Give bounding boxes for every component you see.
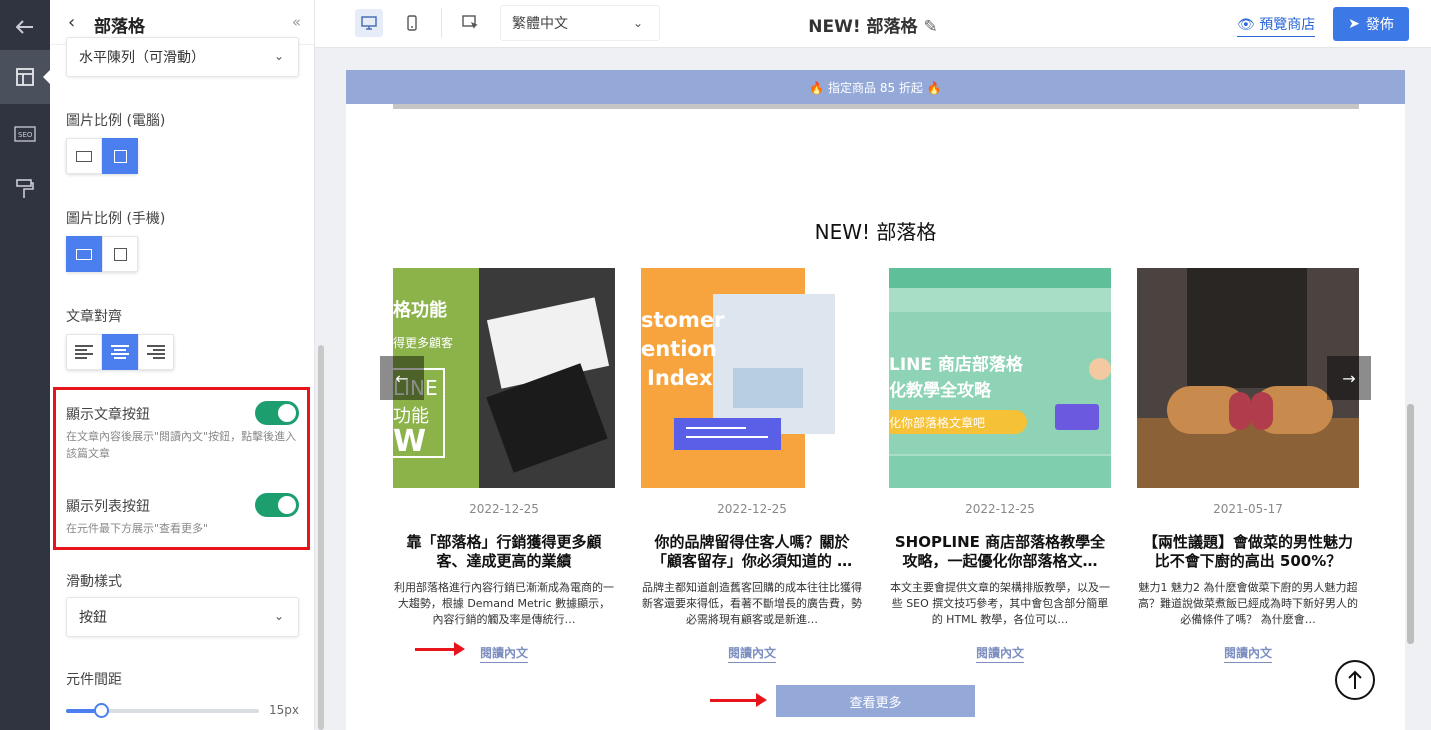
- rectangle-icon: [76, 248, 92, 260]
- ratio-square-button[interactable]: [102, 138, 138, 174]
- left-rail: SEO: [0, 0, 50, 730]
- slide-style-select[interactable]: 按鈕 ⌄: [66, 597, 299, 637]
- ratio-mobile-group: [66, 236, 138, 272]
- canvas-scrollbar[interactable]: [1407, 404, 1414, 644]
- align-center-button[interactable]: [102, 334, 138, 370]
- publish-button[interactable]: ➤ 發佈: [1333, 7, 1409, 41]
- arrow-right-icon: →: [1342, 368, 1356, 388]
- blog-card[interactable]: 格功能 得更多顧客 LINE 功能 W 2022-12-25 靠「部落格」行銷獲…: [393, 268, 615, 663]
- blog-title[interactable]: 靠「部落格」行銷獲得更多顧客、達成更高的業績: [393, 533, 615, 571]
- align-label: 文章對齊: [66, 309, 122, 325]
- seo-icon[interactable]: SEO: [0, 107, 50, 161]
- chevron-down-icon: ⌄: [273, 49, 284, 63]
- back-to-top-button[interactable]: [1335, 660, 1375, 700]
- square-icon: [113, 247, 127, 261]
- layout-icon[interactable]: [0, 50, 50, 104]
- annotation-arrow: [710, 693, 767, 707]
- blog-desc: 魅力1 魅力2 為什麼會做菜下廚的男人魅力超高？難道說做菜煮飯已經成為時下新好男…: [1138, 581, 1358, 626]
- eye-icon: 👁: [1237, 17, 1255, 33]
- preview-label: 預覽商店: [1259, 17, 1316, 33]
- blog-card-image[interactable]: LINE 商店部落格 化教學全攻略 化你部落格文章吧: [889, 268, 1111, 488]
- read-more-link[interactable]: 閱讀內文: [479, 646, 528, 663]
- blog-title[interactable]: 【兩性議題】會做菜的男性魅力比不會下廚的高出 500%？: [1137, 533, 1359, 571]
- chevron-left-icon[interactable]: ‹: [68, 12, 75, 33]
- annotation-arrow: [415, 642, 465, 656]
- svg-text:SEO: SEO: [18, 131, 33, 139]
- ratio-square-button[interactable]: [102, 236, 138, 272]
- show-list-button-label: 顯示列表按鈕: [66, 499, 150, 515]
- ratio-landscape-button[interactable]: [66, 138, 102, 174]
- preview-store-link[interactable]: 👁 預覽商店: [1237, 14, 1316, 37]
- pencil-icon[interactable]: ✎: [923, 17, 937, 37]
- read-more-link[interactable]: 閱讀內文: [1223, 646, 1272, 663]
- arrow-left-icon: ←: [395, 368, 409, 388]
- panel-scrollbar[interactable]: [318, 345, 324, 730]
- blog-card-image[interactable]: 格功能 得更多顧客 LINE 功能 W: [393, 268, 615, 488]
- carousel-next-button[interactable]: →: [1327, 356, 1371, 400]
- banner-divider: [393, 104, 1359, 109]
- blog-desc: 品牌主都知道創造舊客回購的成本往往比獲得新客還要來得低，看著不斷增長的廣告費，勢…: [642, 581, 862, 626]
- promo-banner[interactable]: 🔥 指定商品 85 折起 🔥: [346, 70, 1405, 104]
- spacing-slider-knob[interactable]: [94, 703, 109, 718]
- blog-card[interactable]: 2021-05-17 【兩性議題】會做菜的男性魅力比不會下廚的高出 500%？ …: [1137, 268, 1359, 663]
- page-title-text: NEW! 部落格: [808, 17, 918, 37]
- top-toolbar: 繁體中文 ⌄ NEW! 部落格 ✎ 👁 預覽商店 ➤ 發佈: [315, 0, 1431, 48]
- back-arrow-icon[interactable]: [0, 0, 50, 54]
- blog-card[interactable]: stomer ention Index 2022-12-25 你的品牌留得住客人…: [641, 268, 863, 663]
- slide-style-value: 按鈕: [79, 610, 107, 626]
- arrow-up-icon: [1348, 670, 1362, 689]
- read-more-link[interactable]: 閱讀內文: [727, 646, 776, 663]
- blog-date: 2022-12-25: [965, 502, 1035, 516]
- rectangle-icon: [76, 150, 92, 162]
- send-icon: ➤: [1348, 16, 1360, 32]
- blog-card-image[interactable]: stomer ention Index: [641, 268, 863, 488]
- blog-card[interactable]: LINE 商店部落格 化教學全攻略 化你部落格文章吧 2022-12-25 SH…: [889, 268, 1111, 663]
- panel-title: 部落格: [94, 17, 145, 37]
- blog-card-image[interactable]: [1137, 268, 1359, 488]
- show-read-button-desc: 在文章內容後展示"閱讀內文"按鈕，點擊後進入該篇文章: [66, 430, 297, 460]
- blog-title[interactable]: SHOPLINE 商店部落格教學全攻略，一起優化你部落格文…: [889, 533, 1111, 571]
- collapse-icon[interactable]: «: [292, 13, 301, 31]
- chevron-down-icon: ⌄: [273, 609, 284, 623]
- layout-select[interactable]: 水平陳列（可滑動） ⌄: [66, 37, 299, 77]
- ratio-desktop-group: [66, 138, 138, 174]
- show-read-button-toggle[interactable]: [255, 401, 299, 425]
- spacing-slider[interactable]: [66, 703, 259, 718]
- show-read-button-label: 顯示文章按鈕: [66, 407, 150, 423]
- section-title: NEW! 部落格: [814, 220, 937, 244]
- blog-desc: 本文主要會提供文章的架構排版教學，以及一些 SEO 撰文技巧參考，其中會包含部分…: [890, 581, 1110, 626]
- settings-panel: ‹ 部落格 « 水平陳列（可滑動） ⌄ 圖片比例 (電腦) 圖片比例 (手機) …: [50, 0, 324, 730]
- spacing-label: 元件間距: [66, 672, 122, 688]
- align-left-button[interactable]: [66, 334, 102, 370]
- show-list-button-desc: 在元件最下方展示"查看更多": [66, 522, 209, 535]
- blog-date: 2022-12-25: [717, 502, 787, 516]
- blog-title[interactable]: 你的品牌留得住客人嗎？關於「顧客留存」你必須知道的 …: [641, 533, 863, 571]
- ratio-landscape-button[interactable]: [66, 236, 102, 272]
- ratio-mobile-label: 圖片比例 (手機): [66, 211, 166, 227]
- ratio-desktop-label: 圖片比例 (電腦): [66, 113, 166, 129]
- blog-date: 2021-05-17: [1213, 502, 1283, 516]
- read-more-link[interactable]: 閱讀內文: [975, 646, 1024, 663]
- blog-desc: 利用部落格進行內容行銷已漸漸成為電商的一大趨勢，根據 Demand Metric…: [394, 581, 614, 626]
- preview-canvas: 🔥 指定商品 85 折起 🔥 NEW! 部落格 格功能 得更多顧客 LINE 功…: [346, 70, 1405, 730]
- blog-date: 2022-12-25: [469, 502, 539, 516]
- align-group: [66, 334, 174, 370]
- paint-roller-icon[interactable]: [0, 162, 50, 216]
- publish-label: 發佈: [1365, 17, 1394, 33]
- view-more-button[interactable]: 查看更多: [776, 685, 975, 717]
- align-left-icon: [75, 345, 93, 359]
- align-right-button[interactable]: [138, 334, 174, 370]
- layout-select-value: 水平陳列（可滑動）: [79, 50, 205, 66]
- spacing-value: 15px: [269, 703, 299, 717]
- show-list-button-toggle[interactable]: [255, 493, 299, 517]
- align-right-icon: [147, 345, 165, 359]
- carousel-prev-button[interactable]: ←: [380, 356, 424, 400]
- align-center-icon: [111, 345, 129, 359]
- square-icon: [113, 149, 127, 163]
- slide-style-label: 滑動樣式: [66, 574, 122, 590]
